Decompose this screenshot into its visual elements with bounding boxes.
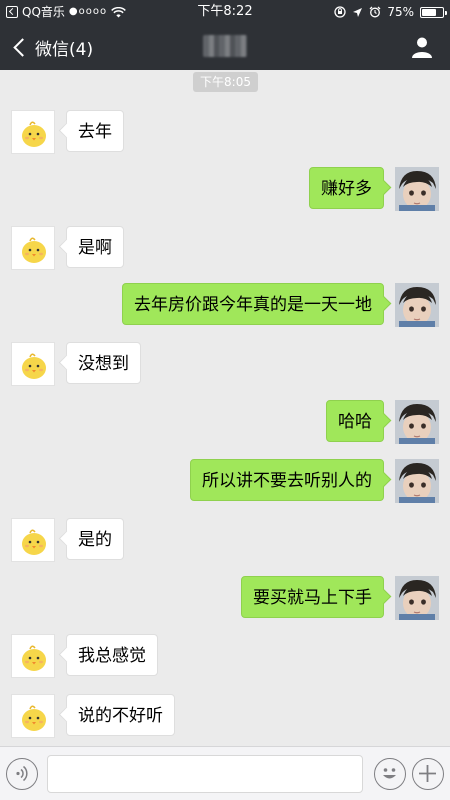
incoming-message-bubble[interactable]: 没想到 bbox=[66, 342, 141, 384]
voice-icon bbox=[16, 765, 28, 782]
battery-icon bbox=[420, 6, 447, 18]
profile-icon[interactable] bbox=[410, 35, 434, 59]
message-input[interactable] bbox=[47, 755, 363, 793]
contact-avatar[interactable] bbox=[11, 226, 55, 270]
my-avatar[interactable] bbox=[395, 400, 439, 444]
status-bar: QQ音乐 ●oooo 下午8:22 75% bbox=[0, 0, 450, 24]
more-button[interactable] bbox=[412, 758, 444, 790]
my-avatar[interactable] bbox=[395, 459, 439, 503]
outgoing-message-bubble[interactable]: 赚好多 bbox=[309, 167, 384, 209]
location-icon bbox=[353, 7, 363, 17]
incoming-message-bubble[interactable]: 说的不好听 bbox=[66, 694, 175, 736]
outgoing-message-bubble[interactable]: 去年房价跟今年真的是一天一地 bbox=[122, 283, 384, 325]
contact-avatar[interactable] bbox=[11, 694, 55, 738]
plus-icon bbox=[419, 765, 436, 782]
incoming-message-bubble[interactable]: 是的 bbox=[66, 518, 124, 560]
outgoing-message-bubble[interactable]: 所以讲不要去听别人的 bbox=[190, 459, 384, 501]
rotation-lock-icon bbox=[334, 6, 346, 18]
alarm-icon bbox=[369, 6, 381, 18]
top-bar: QQ音乐 ●oooo 下午8:22 75% 微信(4) bbox=[0, 0, 450, 70]
input-bar bbox=[0, 746, 450, 800]
incoming-message-bubble[interactable]: 我总感觉 bbox=[66, 634, 158, 676]
my-avatar[interactable] bbox=[395, 283, 439, 327]
my-avatar[interactable] bbox=[395, 167, 439, 211]
nav-bar: 微信(4) bbox=[0, 24, 450, 70]
back-label: 微信(4) bbox=[35, 39, 94, 60]
outgoing-message-bubble[interactable]: 哈哈 bbox=[326, 400, 384, 442]
back-button[interactable]: 微信(4) bbox=[12, 33, 93, 61]
contact-avatar[interactable] bbox=[11, 342, 55, 386]
battery-percent: 75% bbox=[387, 5, 414, 19]
my-avatar[interactable] bbox=[395, 576, 439, 620]
message-timestamp: 下午8:05 bbox=[193, 72, 258, 92]
status-right: 75% bbox=[334, 0, 447, 24]
contact-avatar[interactable] bbox=[11, 110, 55, 154]
incoming-message-bubble[interactable]: 去年 bbox=[66, 110, 124, 152]
voice-button[interactable] bbox=[6, 758, 38, 790]
contact-avatar[interactable] bbox=[11, 518, 55, 562]
outgoing-message-bubble[interactable]: 要买就马上下手 bbox=[241, 576, 384, 618]
chat-title-blurred bbox=[203, 35, 247, 57]
chevron-left-icon bbox=[13, 37, 32, 57]
emoji-icon bbox=[383, 768, 396, 779]
contact-avatar[interactable] bbox=[11, 634, 55, 678]
battery-fill bbox=[422, 8, 436, 16]
emoji-button[interactable] bbox=[374, 758, 406, 790]
incoming-message-bubble[interactable]: 是啊 bbox=[66, 226, 124, 268]
